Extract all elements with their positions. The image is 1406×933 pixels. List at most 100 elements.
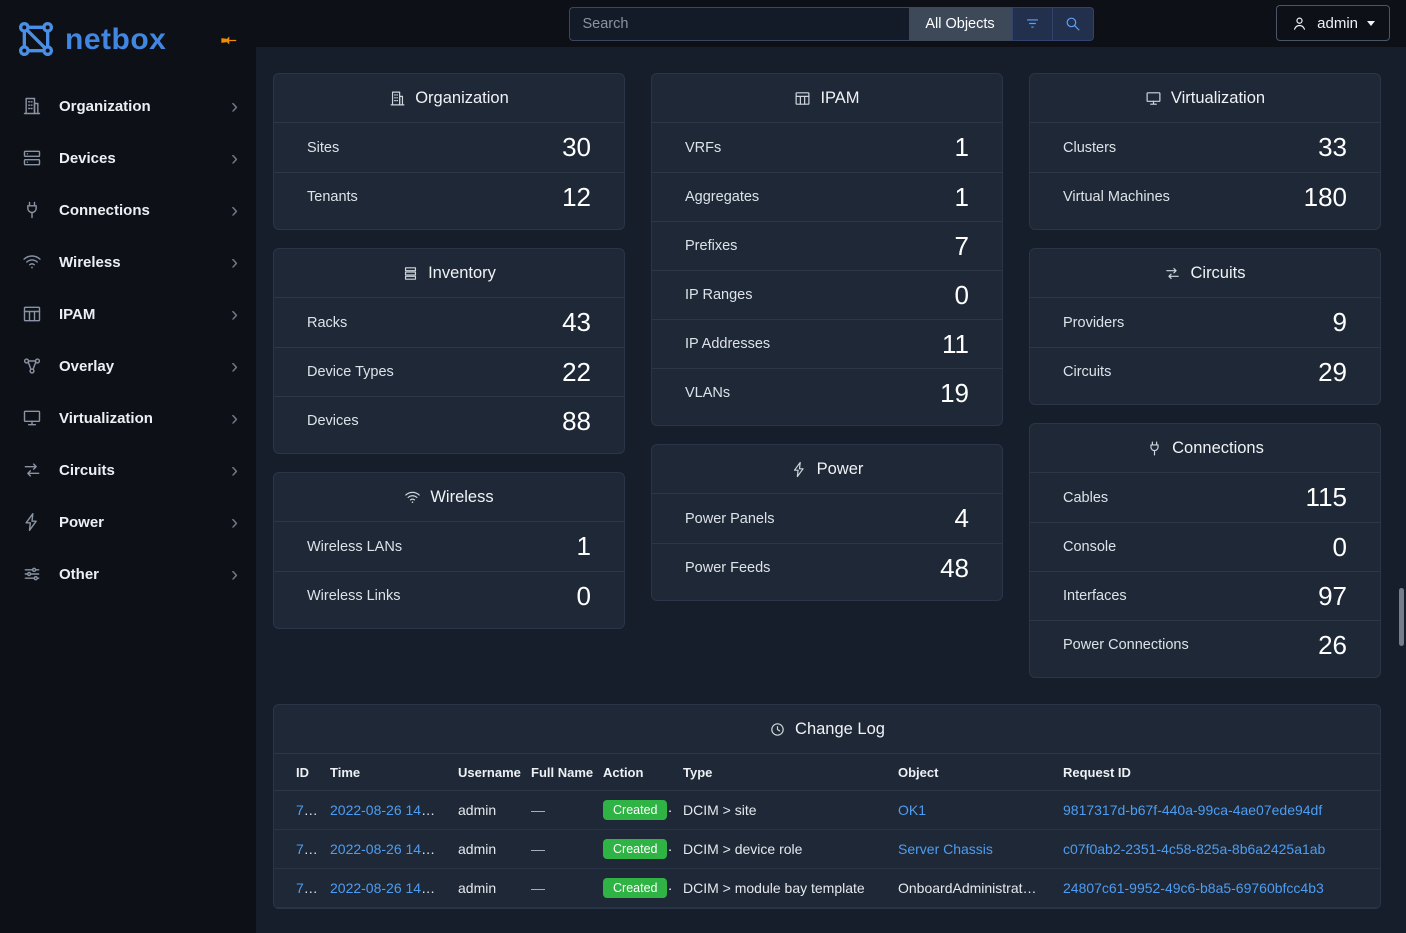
- card-header: Power: [652, 445, 1002, 494]
- sidebar-item-other[interactable]: Other ›: [0, 548, 256, 600]
- stat-label-power-feeds[interactable]: Power Feeds: [685, 560, 770, 576]
- stat-value-providers[interactable]: 9: [1333, 308, 1347, 337]
- sidebar-item-power[interactable]: Power ›: [0, 496, 256, 548]
- stat-value-ip-ranges[interactable]: 0: [955, 281, 969, 310]
- stat-value-vrfs[interactable]: 1: [955, 133, 969, 162]
- card-header: IPAM: [652, 74, 1002, 123]
- user-menu-button[interactable]: admin: [1276, 5, 1390, 41]
- stat-value-power-feeds[interactable]: 48: [940, 554, 969, 583]
- stat-value-power-panels[interactable]: 4: [955, 504, 969, 533]
- sidebar-item-devices[interactable]: Devices ›: [0, 132, 256, 184]
- stat-row: Console 0: [1030, 522, 1380, 571]
- stat-value-power-connections[interactable]: 26: [1318, 631, 1347, 660]
- stat-label-providers[interactable]: Providers: [1063, 315, 1124, 331]
- col-header-time: Time: [320, 754, 448, 791]
- stat-value-prefixes[interactable]: 7: [955, 232, 969, 261]
- sidebar-item-label: Virtualization: [59, 410, 216, 427]
- col-header-username: Username: [448, 754, 521, 791]
- stat-label-devices[interactable]: Devices: [307, 413, 359, 429]
- stat-label-prefixes[interactable]: Prefixes: [685, 238, 737, 254]
- changelog-request-id-link[interactable]: 24807c61-9952-49c6-b8a5-69760bfcc4b3: [1063, 880, 1324, 896]
- netbox-logo[interactable]: netbox: [16, 19, 166, 62]
- changelog-time-link[interactable]: 2022-08-26 14:15: [330, 880, 441, 896]
- changelog-request-id-link[interactable]: 9817317d-b67f-440a-99ca-4ae07ede94df: [1063, 802, 1322, 818]
- changelog-id-link[interactable]: 754: [296, 841, 319, 857]
- sidebar-item-wireless[interactable]: Wireless ›: [0, 236, 256, 288]
- search-group: All Objects: [569, 7, 1094, 41]
- card-header: Circuits: [1030, 249, 1380, 298]
- sidebar-item-ipam[interactable]: IPAM ›: [0, 288, 256, 340]
- power-card: Power Power Panels 4 Power Feeds 48: [651, 444, 1003, 601]
- person-icon: [1291, 15, 1308, 32]
- stat-label-wireless-lans[interactable]: Wireless LANs: [307, 539, 402, 555]
- stat-label-ip-ranges[interactable]: IP Ranges: [685, 287, 752, 303]
- action-badge: Created: [603, 878, 667, 898]
- column-1: Organization Sites 30 Tenants 12 Invento…: [273, 73, 625, 678]
- card-title: Power: [817, 460, 864, 479]
- stat-label-racks[interactable]: Racks: [307, 315, 347, 331]
- table-row: 755 2022-08-26 14:22 admin — Created DCI…: [274, 791, 1380, 830]
- changelog-id-link[interactable]: 753: [296, 880, 319, 896]
- ipam-card: IPAM VRFs 1 Aggregates 1 Prefixes 7 IP R…: [651, 73, 1003, 426]
- chevron-right-icon: ›: [231, 408, 242, 429]
- stat-value-devices[interactable]: 88: [562, 407, 591, 436]
- search-input[interactable]: [569, 7, 909, 41]
- sidebar-header: netbox: [0, 0, 256, 80]
- filter-button[interactable]: [1012, 7, 1053, 41]
- stat-label-circuits[interactable]: Circuits: [1063, 364, 1111, 380]
- filter-icon: [1024, 15, 1041, 32]
- search-button[interactable]: [1053, 7, 1094, 41]
- stat-label-interfaces[interactable]: Interfaces: [1063, 588, 1127, 604]
- changelog-time-link[interactable]: 2022-08-26 14:22: [330, 802, 441, 818]
- changelog-request-id-link[interactable]: c07f0ab2-2351-4c58-825a-8b6a2425a1ab: [1063, 841, 1325, 857]
- stat-value-wireless-lans[interactable]: 1: [577, 532, 591, 561]
- changelog-type: DCIM > device role: [683, 841, 802, 857]
- sidebar-item-circuits[interactable]: Circuits ›: [0, 444, 256, 496]
- stat-label-vrfs[interactable]: VRFs: [685, 140, 721, 156]
- table-row: 753 2022-08-26 14:15 admin — Created DCI…: [274, 869, 1380, 908]
- search-scope-select[interactable]: All Objects: [909, 7, 1012, 41]
- sidebar-item-virtualization[interactable]: Virtualization ›: [0, 392, 256, 444]
- stat-label-virtual-machines[interactable]: Virtual Machines: [1063, 189, 1170, 205]
- stat-value-device-types[interactable]: 22: [562, 358, 591, 387]
- sidebar-item-overlay[interactable]: Overlay ›: [0, 340, 256, 392]
- stat-label-clusters[interactable]: Clusters: [1063, 140, 1116, 156]
- stat-value-tenants[interactable]: 12: [562, 183, 591, 212]
- sidebar-item-connections[interactable]: Connections ›: [0, 184, 256, 236]
- stat-label-power-panels[interactable]: Power Panels: [685, 511, 774, 527]
- stat-label-tenants[interactable]: Tenants: [307, 189, 358, 205]
- stat-label-cables[interactable]: Cables: [1063, 490, 1108, 506]
- stat-value-sites[interactable]: 30: [562, 133, 591, 162]
- changelog-type: DCIM > module bay template: [683, 880, 865, 896]
- pin-sidebar-icon[interactable]: [219, 31, 238, 50]
- bolt-icon: [22, 512, 44, 532]
- stat-label-aggregates[interactable]: Aggregates: [685, 189, 759, 205]
- stat-value-cables[interactable]: 115: [1306, 483, 1347, 512]
- stat-value-virtual-machines[interactable]: 180: [1304, 183, 1347, 212]
- stat-label-console[interactable]: Console: [1063, 539, 1116, 555]
- col-header-action: Action: [593, 754, 673, 791]
- stat-label-power-connections[interactable]: Power Connections: [1063, 637, 1189, 653]
- changelog-object: OnboardAdministrator-2: [898, 880, 1047, 896]
- changelog-id-link[interactable]: 755: [296, 802, 319, 818]
- stat-label-sites[interactable]: Sites: [307, 140, 339, 156]
- stat-label-wireless-links[interactable]: Wireless Links: [307, 588, 400, 604]
- stat-label-ip-addresses[interactable]: IP Addresses: [685, 336, 770, 352]
- changelog-object-link[interactable]: OK1: [898, 802, 926, 818]
- stat-value-ip-addresses[interactable]: 11: [942, 330, 969, 359]
- circuits-card: Circuits Providers 9 Circuits 29: [1029, 248, 1381, 405]
- stat-label-vlans[interactable]: VLANs: [685, 385, 730, 401]
- stat-value-console[interactable]: 0: [1333, 533, 1347, 562]
- changelog-object-link[interactable]: Server Chassis: [898, 841, 993, 857]
- stat-value-vlans[interactable]: 19: [940, 379, 969, 408]
- sidebar-item-organization[interactable]: Organization ›: [0, 80, 256, 132]
- stat-value-clusters[interactable]: 33: [1318, 133, 1347, 162]
- stat-value-interfaces[interactable]: 97: [1318, 582, 1347, 611]
- vertical-scrollbar[interactable]: [1399, 588, 1404, 646]
- changelog-time-link[interactable]: 2022-08-26 14:17: [330, 841, 441, 857]
- stat-value-wireless-links[interactable]: 0: [577, 582, 591, 611]
- stat-value-circuits[interactable]: 29: [1318, 358, 1347, 387]
- stat-value-racks[interactable]: 43: [562, 308, 591, 337]
- stat-value-aggregates[interactable]: 1: [955, 183, 969, 212]
- stat-label-device-types[interactable]: Device Types: [307, 364, 394, 380]
